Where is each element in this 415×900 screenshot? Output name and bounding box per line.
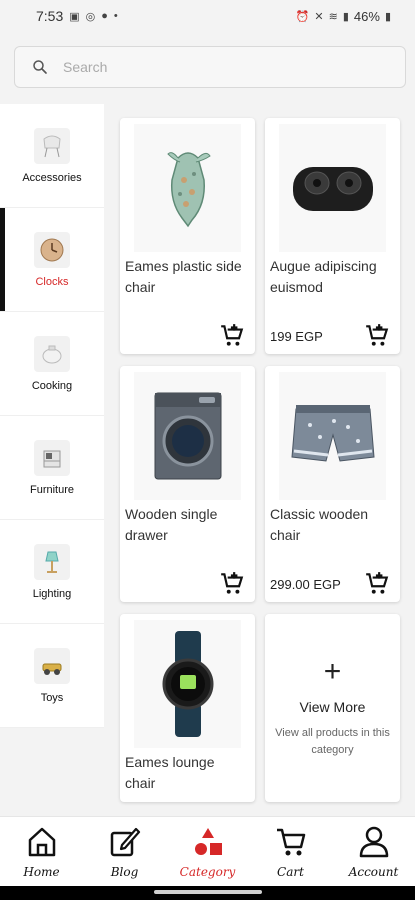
product-name: Eames plastic side chair	[125, 258, 242, 295]
chair-icon	[34, 127, 70, 164]
category-sidebar: Accessories Clocks Cooking Furniture Lig…	[0, 104, 104, 728]
category-item-lighting[interactable]: Lighting	[0, 520, 104, 624]
view-more-card[interactable]: + View More View all products in this ca…	[265, 614, 400, 802]
shorts-image	[279, 372, 386, 500]
category-label: Accessories	[22, 171, 82, 184]
pot-icon	[34, 335, 70, 372]
cart-icon	[276, 828, 305, 856]
volte-icon: ≋	[328, 10, 338, 23]
view-more-title: View More	[299, 699, 366, 715]
search-input[interactable]	[63, 59, 363, 75]
category-item-clocks[interactable]: Clocks	[0, 208, 104, 312]
blog-icon	[110, 827, 140, 857]
home-gesture-handle[interactable]	[154, 890, 262, 894]
notification-dot-icon: •	[113, 10, 118, 22]
search-icon	[33, 60, 47, 74]
product-price: 199 EGP	[270, 329, 323, 344]
clock-icon	[34, 231, 70, 268]
nav-account[interactable]: Account	[332, 817, 415, 886]
nav-label: Cart	[277, 865, 304, 879]
product-card[interactable]: Wooden single drawer	[120, 366, 255, 602]
smartwatch-image	[134, 620, 241, 748]
add-to-cart-icon[interactable]	[364, 322, 390, 348]
category-label: Lighting	[32, 587, 72, 600]
add-to-cart-icon[interactable]	[219, 322, 245, 348]
search-bar[interactable]	[14, 46, 406, 88]
status-bar: 7:53 ▣ ◎ ● • ⏰ ✕ ≋ ▮ 46% ▮	[0, 0, 415, 32]
nav-label: Category	[179, 865, 236, 879]
nav-label: Blog	[110, 865, 139, 879]
product-price: 299.00 EGP	[270, 577, 341, 592]
cabinet-icon	[34, 439, 70, 476]
battery-percent: 46%	[353, 8, 380, 24]
view-more-subtitle: View all products in this category	[275, 727, 390, 756]
nav-category[interactable]: Category	[166, 817, 249, 886]
system-navigation-bar	[0, 886, 415, 900]
account-icon	[359, 826, 388, 858]
lamp-icon	[34, 543, 70, 580]
add-to-cart-icon[interactable]	[219, 570, 245, 596]
nav-cart[interactable]: Cart	[249, 817, 332, 886]
facebook-icon: ●	[101, 10, 108, 22]
product-name: Wooden single drawer	[125, 506, 218, 543]
category-icon	[194, 828, 222, 855]
category-label: Furniture	[29, 483, 75, 496]
category-item-accessories[interactable]: Accessories	[0, 104, 104, 208]
status-time: 7:53	[36, 8, 64, 24]
battery-icon: ▮	[384, 10, 391, 23]
category-label: Clocks	[35, 275, 69, 288]
product-name: Augue adipiscing euismod	[270, 258, 377, 295]
category-item-cooking[interactable]: Cooking	[0, 312, 104, 416]
nav-label: Home	[23, 865, 60, 879]
product-name: Classic wooden chair	[270, 506, 369, 543]
home-icon	[28, 827, 55, 857]
product-card[interactable]: Eames plastic side chair	[120, 118, 255, 354]
alarm-icon: ⏰	[295, 10, 310, 23]
whatsapp-icon: ◎	[85, 10, 96, 23]
washing-machine-image	[134, 372, 241, 500]
plus-icon: +	[323, 655, 342, 688]
product-card[interactable]: Eames lounge chair	[120, 614, 255, 802]
toy-icon	[34, 647, 70, 684]
add-to-cart-icon[interactable]	[364, 570, 390, 596]
category-label: Cooking	[31, 379, 73, 392]
nav-label: Account	[348, 865, 399, 879]
scarf-image	[134, 124, 241, 252]
product-name: Eames lounge chair	[125, 754, 215, 791]
category-item-toys[interactable]: Toys	[0, 624, 104, 728]
photo-icon: ▣	[69, 10, 80, 23]
bottom-navigation: Home Blog Category Cart Account	[0, 816, 415, 886]
mute-icon: ✕	[314, 10, 324, 23]
product-card[interactable]: Augue adipiscing euismod 199 EGP	[265, 118, 400, 354]
category-item-furniture[interactable]: Furniture	[0, 416, 104, 520]
product-card[interactable]: Classic wooden chair 299.00 EGP	[265, 366, 400, 602]
nav-home[interactable]: Home	[0, 817, 83, 886]
signal-icon: ▮	[342, 10, 349, 23]
nav-blog[interactable]: Blog	[83, 817, 166, 886]
category-label: Toys	[40, 691, 64, 704]
earbuds-image	[279, 124, 386, 252]
